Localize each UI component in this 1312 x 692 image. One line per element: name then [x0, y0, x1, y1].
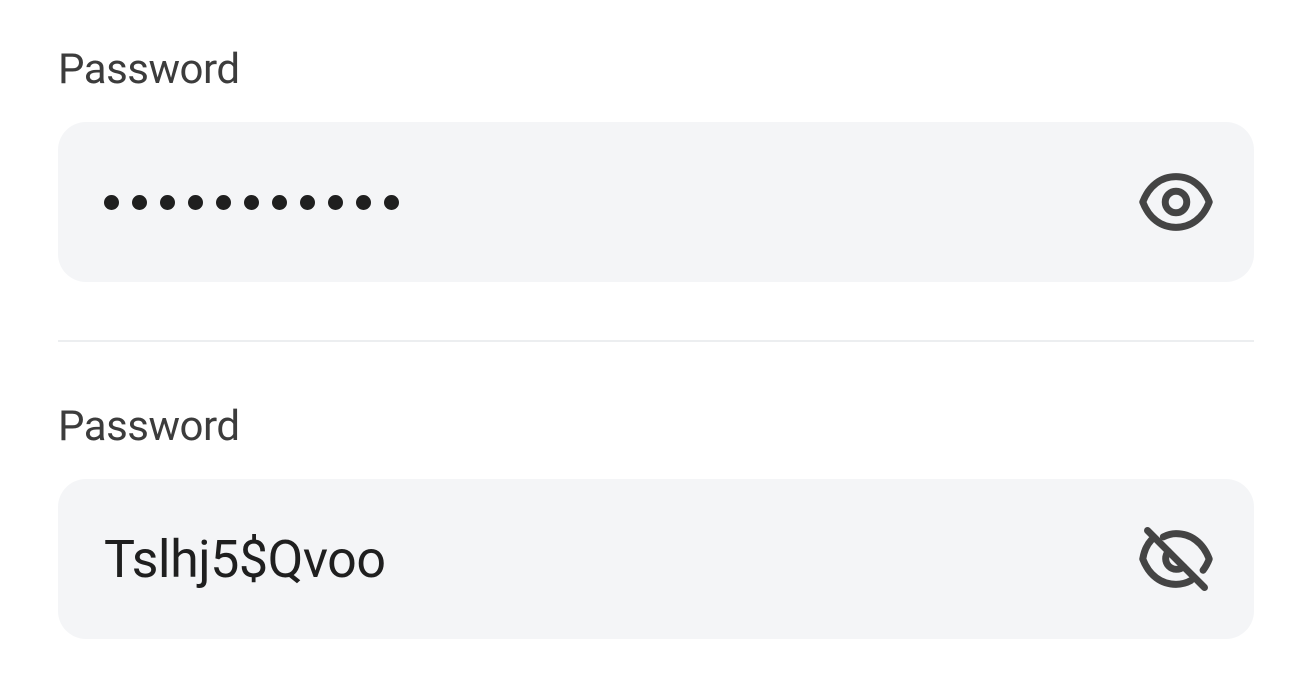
password-input-container[interactable]: [58, 122, 1254, 282]
password-dot: [132, 195, 147, 210]
show-password-button[interactable]: [1138, 164, 1214, 240]
eye-icon: [1138, 164, 1214, 240]
password-dot: [300, 195, 315, 210]
password-dot: [104, 195, 119, 210]
password-dot: [216, 195, 231, 210]
password-dot: [328, 195, 343, 210]
password-dot: [384, 195, 399, 210]
eye-off-icon: [1138, 521, 1214, 597]
password-label: Password: [58, 45, 1254, 94]
password-dot: [356, 195, 371, 210]
password-dot: [188, 195, 203, 210]
password-input-masked[interactable]: [104, 195, 1118, 210]
hide-password-button[interactable]: [1138, 521, 1214, 597]
divider: [58, 340, 1254, 342]
password-field-masked: Password: [58, 45, 1254, 282]
password-label: Password: [58, 402, 1254, 451]
password-input-visible[interactable]: Tslhj5$Qvoo: [104, 529, 1118, 590]
password-field-visible: Password Tslhj5$Qvoo: [58, 402, 1254, 639]
password-dot: [244, 195, 259, 210]
password-input-container[interactable]: Tslhj5$Qvoo: [58, 479, 1254, 639]
password-dot: [160, 195, 175, 210]
password-dot: [272, 195, 287, 210]
